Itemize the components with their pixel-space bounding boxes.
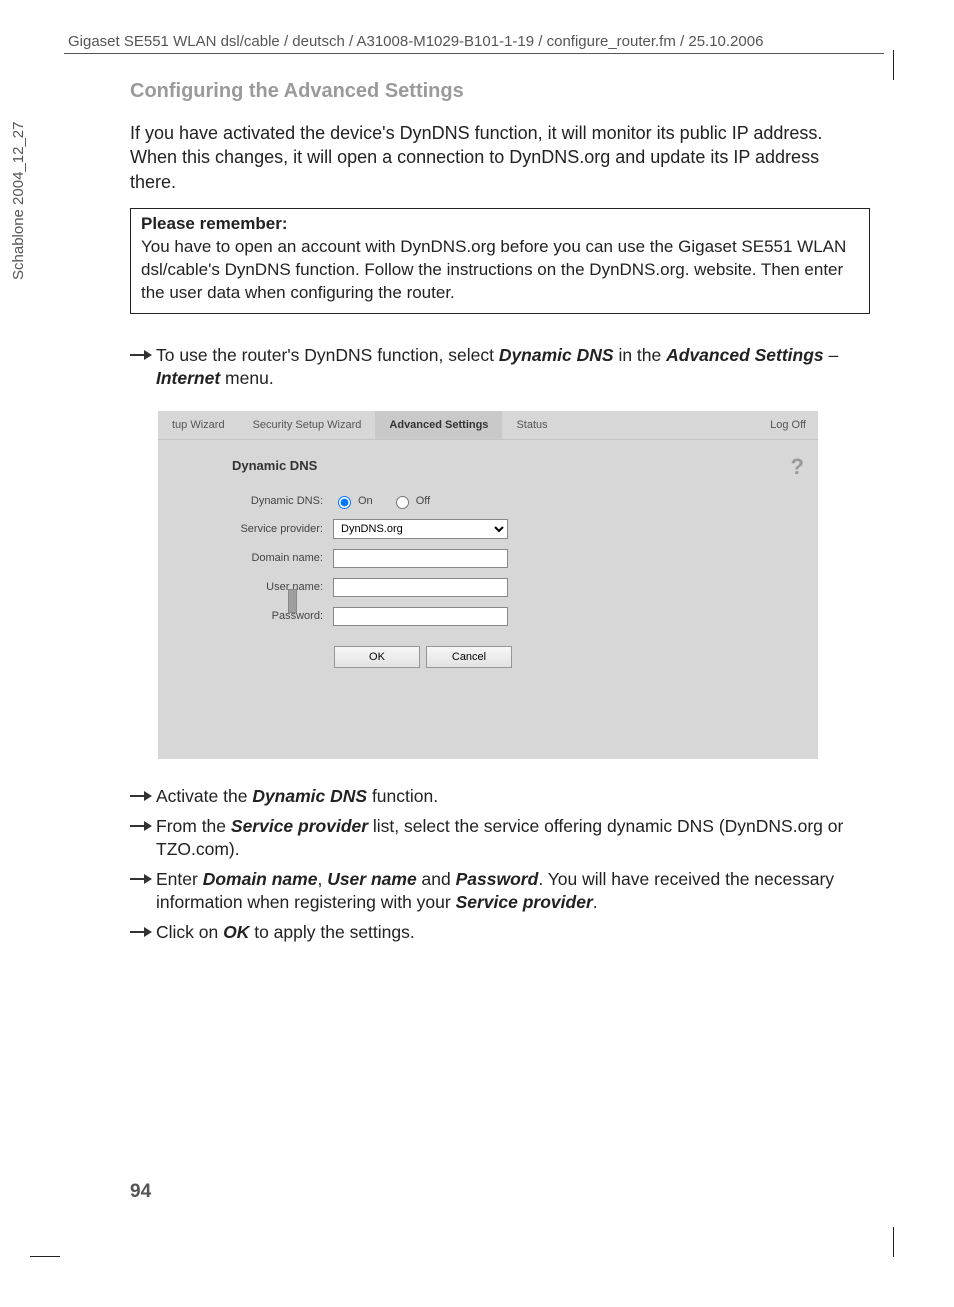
password-input[interactable] (333, 607, 508, 626)
step-text: From the Service provider list, select t… (156, 815, 870, 862)
page-number: 94 (130, 1181, 151, 1203)
tab-setup-wizard[interactable]: tup Wizard (158, 411, 239, 439)
template-stamp: Schablone 2004_12_27 (10, 122, 27, 280)
crop-mark (863, 50, 894, 80)
arrow-icon (130, 819, 156, 862)
provider-select[interactable]: DynDNS.org (333, 519, 508, 539)
radio-on-input[interactable] (338, 496, 351, 509)
tab-security-wizard[interactable]: Security Setup Wizard (239, 411, 376, 439)
radio-on[interactable]: On (333, 493, 373, 509)
step-text: Activate the Dynamic DNS function. (156, 785, 438, 809)
arrow-icon (130, 925, 156, 945)
panel-title: Dynamic DNS (232, 458, 818, 473)
tab-status[interactable]: Status (502, 411, 561, 439)
label-ddns: Dynamic DNS: (158, 495, 333, 507)
username-input[interactable] (333, 578, 508, 597)
arrow-icon (130, 872, 156, 915)
scroll-handle[interactable] (288, 589, 297, 613)
domain-input[interactable] (333, 549, 508, 568)
label-pass: Password: (158, 610, 333, 622)
tab-advanced-settings[interactable]: Advanced Settings (375, 411, 502, 439)
crop-mark (863, 1227, 894, 1257)
note-title: Please remember: (141, 214, 859, 234)
radio-off-input[interactable] (396, 496, 409, 509)
cancel-button[interactable]: Cancel (426, 646, 512, 668)
arrow-icon (130, 348, 156, 391)
intro-paragraph: If you have activated the device's DynDN… (130, 121, 870, 194)
help-icon[interactable]: ? (791, 454, 804, 480)
note-body: You have to open an account with DynDNS.… (141, 236, 859, 305)
arrow-icon (130, 789, 156, 809)
doc-header: Gigaset SE551 WLAN dsl/cable / deutsch /… (64, 33, 884, 54)
step-text: To use the router's DynDNS function, sel… (156, 344, 870, 391)
step-text: Enter Domain name, User name and Passwor… (156, 868, 870, 915)
label-domain: Domain name: (158, 552, 333, 564)
router-ui-panel: tup Wizard Security Setup Wizard Advance… (158, 411, 818, 759)
logoff-link[interactable]: Log Off (770, 419, 818, 431)
radio-off[interactable]: Off (391, 493, 430, 509)
ok-button[interactable]: OK (334, 646, 420, 668)
note-box: Please remember: You have to open an acc… (130, 208, 870, 314)
nav-bar: tup Wizard Security Setup Wizard Advance… (158, 411, 818, 440)
section-title: Configuring the Advanced Settings (130, 80, 870, 103)
label-provider: Service provider: (158, 523, 333, 535)
step-text: Click on OK to apply the settings. (156, 921, 415, 945)
crop-mark (30, 1256, 60, 1257)
label-user: User name: (158, 581, 333, 593)
